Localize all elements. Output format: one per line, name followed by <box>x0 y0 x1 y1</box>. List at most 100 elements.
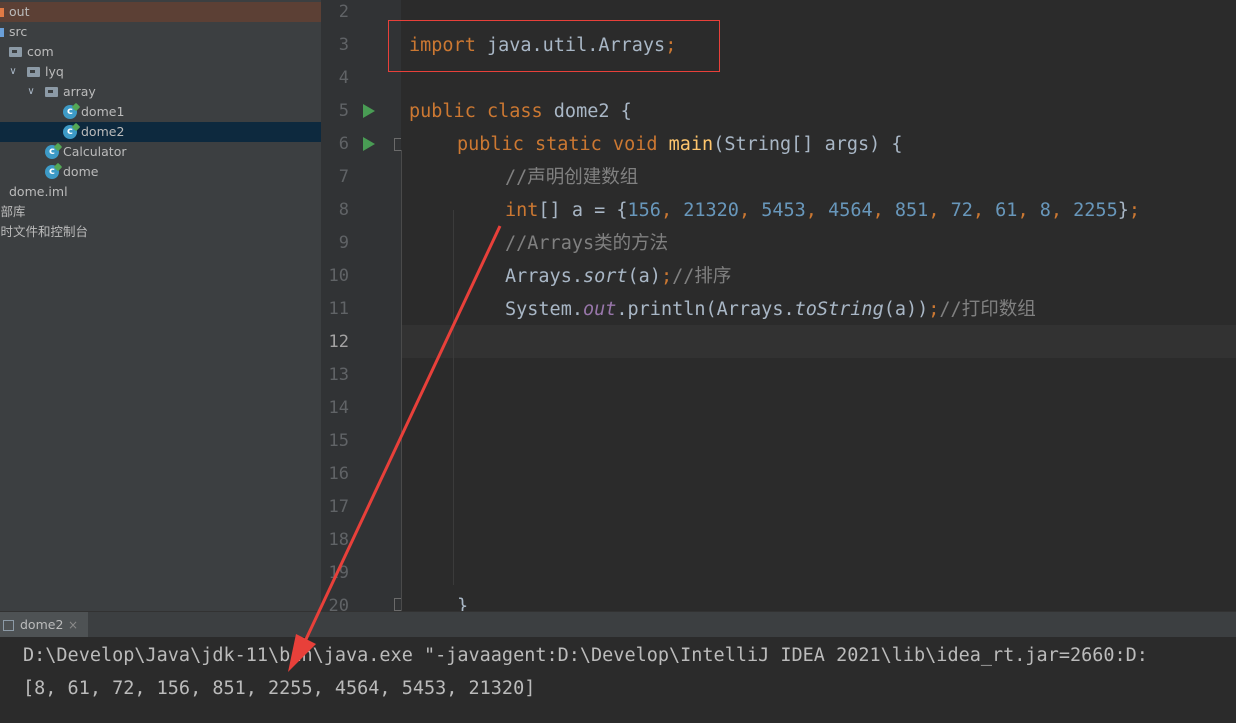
comma: , <box>738 200 762 221</box>
identifier: (String[] args) { <box>713 134 903 155</box>
tree-item-out[interactable]: out <box>0 2 321 22</box>
run-tab-label: dome2 <box>20 617 64 632</box>
keyword: static <box>523 134 602 155</box>
tree-item-dome2[interactable]: c dome2 <box>0 122 321 142</box>
console-command-line: D:\Develop\Java\jdk-11\bin\java.exe "-ja… <box>23 645 1148 666</box>
comment: //声明创建数组 <box>505 167 639 188</box>
comma: , <box>872 200 895 221</box>
comment: //排序 <box>672 266 732 287</box>
number-literal: 156 <box>627 200 661 221</box>
package-icon <box>45 87 58 97</box>
tree-item-dome-iml[interactable]: dome.iml <box>0 182 321 202</box>
tree-item-dome[interactable]: c dome <box>0 162 321 182</box>
number-literal: 21320 <box>683 200 739 221</box>
comment: //打印数组 <box>939 299 1036 320</box>
package-icon <box>27 67 40 77</box>
tree-item-label: dome1 <box>81 104 125 119</box>
line-number: 6 <box>338 134 349 154</box>
identifier: .println(Arrays. <box>616 299 795 320</box>
folder-out-icon <box>0 8 4 17</box>
line-number: 13 <box>328 365 349 385</box>
line-number: 19 <box>328 563 349 583</box>
current-line-highlight <box>401 325 1236 358</box>
package-icon <box>9 47 22 57</box>
line-number: 10 <box>328 266 349 286</box>
semicolon: ; <box>1128 200 1140 221</box>
java-class-icon: c <box>45 145 59 159</box>
comma: , <box>660 200 684 221</box>
comma: , <box>1050 200 1074 221</box>
tree-item-label: array <box>63 84 96 99</box>
number-literal: 4564 <box>828 200 873 221</box>
line-number: 4 <box>338 68 349 88</box>
tree-item-label: com <box>27 44 54 59</box>
tree-item-src[interactable]: src <box>0 22 321 42</box>
tree-item-com[interactable]: com <box>0 42 321 62</box>
line-number: 8 <box>338 200 349 220</box>
code-line-6: public static void main(String[] args) { <box>457 128 903 161</box>
semicolon: ; <box>660 266 673 287</box>
static-method: sort <box>582 266 628 287</box>
identifier: [] a = { <box>538 200 628 221</box>
number-literal: 61 <box>995 200 1018 221</box>
line-number: 15 <box>328 431 349 451</box>
annotation-highlight-box <box>388 20 720 72</box>
number-literal: 8 <box>1039 200 1051 221</box>
line-number: 2 <box>338 2 349 22</box>
tree-item-label: 占时文件和控制台 <box>0 224 89 239</box>
chevron-down-icon[interactable]: ∨ <box>7 62 19 82</box>
comma: , <box>805 200 829 221</box>
project-tree: out src com ∨ lyq ∨ array c dome1 c dome… <box>0 0 321 611</box>
line-number: 17 <box>328 497 349 517</box>
tree-item-dome1[interactable]: c dome1 <box>0 102 321 122</box>
number-literal: 5453 <box>761 200 806 221</box>
keyword: public <box>457 134 524 155</box>
tree-item-label: dome <box>63 164 99 179</box>
keyword: void <box>601 134 658 155</box>
code-line-10: Arrays.sort(a);//排序 <box>505 260 731 293</box>
keyword: class <box>475 101 543 122</box>
line-number: 3 <box>338 35 349 55</box>
tree-item-external-libraries[interactable]: 卜部库 <box>0 202 321 222</box>
comma: , <box>1017 200 1040 221</box>
tree-item-scratches[interactable]: 占时文件和控制台 <box>0 222 321 242</box>
method-name: main <box>657 134 714 155</box>
tree-item-calculator[interactable]: c Calculator <box>0 142 321 162</box>
identifier: Arrays. <box>505 266 583 287</box>
number-literal: 72 <box>950 200 973 221</box>
static-field: out <box>582 299 617 320</box>
static-method: toString <box>794 299 884 320</box>
code-editor[interactable]: import java.util.Arrays; public class do… <box>401 0 1236 611</box>
run-main-icon[interactable] <box>363 137 375 151</box>
java-class-icon: c <box>63 125 77 139</box>
run-tool-window-tabs: dome2 × <box>0 611 1236 638</box>
editor-gutter: 2 3 4 5 6 7 8 9 10 11 12 13 14 15 16 17 … <box>321 0 407 616</box>
line-number: 11 <box>328 299 349 319</box>
keyword: int <box>505 200 539 221</box>
run-class-icon[interactable] <box>363 104 375 118</box>
code-line-9: //Arrays类的方法 <box>505 227 668 260</box>
close-icon[interactable]: × <box>68 612 78 638</box>
number-literal: 2255 <box>1073 200 1118 221</box>
line-number: 5 <box>338 101 349 121</box>
line-number: 14 <box>328 398 349 418</box>
identifier: (a)) <box>883 299 929 320</box>
tree-item-lyq[interactable]: ∨ lyq <box>0 62 321 82</box>
code-line-5: public class dome2 { <box>409 95 632 128</box>
identifier: (a) <box>627 266 661 287</box>
tree-item-label: out <box>9 4 30 19</box>
tree-item-array[interactable]: ∨ array <box>0 82 321 102</box>
console-output-line: [8, 61, 72, 156, 851, 2255, 4564, 5453, … <box>23 678 536 699</box>
line-number: 7 <box>338 167 349 187</box>
keyword: public <box>409 101 476 122</box>
code-line-11: System.out.println(Arrays.toString(a));/… <box>505 293 1036 326</box>
line-number-current: 12 <box>328 332 349 352</box>
tree-item-label: dome.iml <box>9 184 68 199</box>
chevron-down-icon[interactable]: ∨ <box>25 82 37 102</box>
indent-guide <box>401 150 402 611</box>
comment: //Arrays类的方法 <box>505 233 669 254</box>
run-console[interactable]: D:\Develop\Java\jdk-11\bin\java.exe "-ja… <box>0 637 1236 723</box>
java-class-icon: c <box>63 105 77 119</box>
line-number: 9 <box>338 233 349 253</box>
run-tab-dome2[interactable]: dome2 × <box>0 612 88 638</box>
